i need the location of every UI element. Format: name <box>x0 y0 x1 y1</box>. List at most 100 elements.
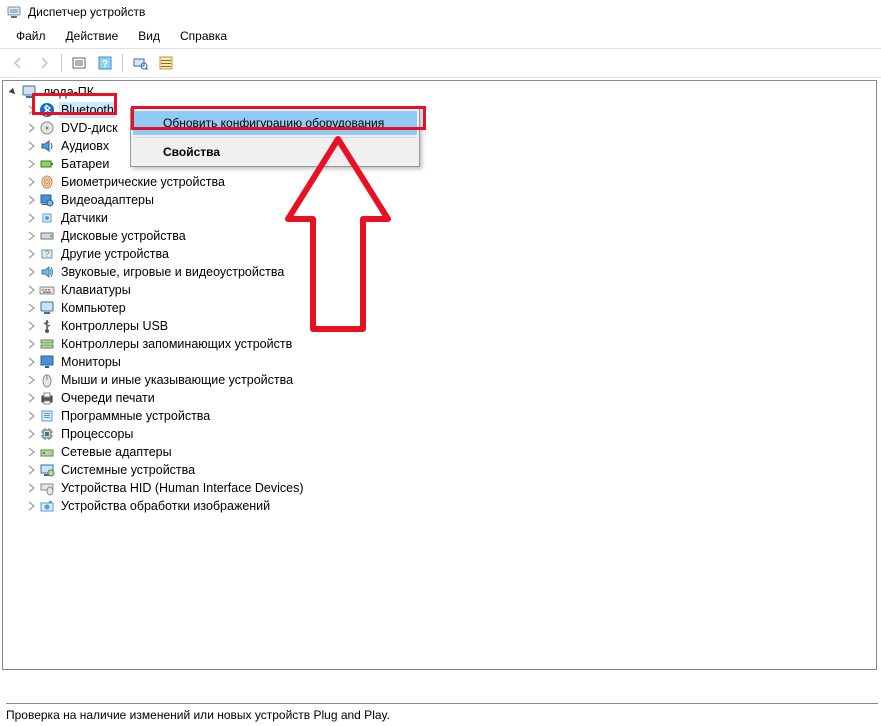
tree-category-row[interactable]: Процессоры <box>25 425 876 443</box>
context-properties[interactable]: Свойства <box>133 140 417 164</box>
expander-closed-icon[interactable] <box>25 482 37 494</box>
category-icon <box>39 408 55 424</box>
tree-category-row[interactable]: Мониторы <box>25 353 876 371</box>
tree-category-row[interactable]: Контроллеры запоминающих устройств <box>25 335 876 353</box>
expander-closed-icon[interactable] <box>25 176 37 188</box>
context-scan-hardware[interactable]: Обновить конфигурацию оборудования <box>133 111 417 135</box>
category-label[interactable]: Мониторы <box>59 354 123 370</box>
expander-closed-icon[interactable] <box>25 446 37 458</box>
tree-category-row[interactable]: Компьютер <box>25 299 876 317</box>
tree-category-row[interactable]: Клавиатуры <box>25 281 876 299</box>
category-icon <box>39 444 55 460</box>
category-label[interactable]: Биометрические устройства <box>59 174 227 190</box>
expander-closed-icon[interactable] <box>25 338 37 350</box>
tree-category-row[interactable]: Видеоадаптеры <box>25 191 876 209</box>
expander-closed-icon[interactable] <box>25 158 37 170</box>
menu-file[interactable]: Файл <box>6 26 56 46</box>
tree-category-row[interactable]: Контроллеры USB <box>25 317 876 335</box>
tree-category-row[interactable]: Сетевые адаптеры <box>25 443 876 461</box>
tree-category-row[interactable]: Системные устройства <box>25 461 876 479</box>
category-label[interactable]: Сетевые адаптеры <box>59 444 174 460</box>
category-label[interactable]: Устройства обработки изображений <box>59 498 272 514</box>
tree-category-row[interactable]: Дисковые устройства <box>25 227 876 245</box>
expander-open-icon[interactable] <box>7 86 19 98</box>
status-bar-divider <box>6 703 878 704</box>
tree-category-row[interactable]: Устройства HID (Human Interface Devices) <box>25 479 876 497</box>
category-icon <box>39 462 55 478</box>
expander-closed-icon[interactable] <box>25 230 37 242</box>
window-title: Диспетчер устройств <box>28 5 145 19</box>
toolbar-back <box>6 52 30 74</box>
category-icon <box>39 192 55 208</box>
tree-category-row[interactable]: ? Другие устройства <box>25 245 876 263</box>
expander-closed-icon[interactable] <box>25 194 37 206</box>
menu-bar: Файл Действие Вид Справка <box>0 24 881 49</box>
category-label[interactable]: Клавиатуры <box>59 282 133 298</box>
title-bar: Диспетчер устройств <box>0 0 881 24</box>
tree-category-row[interactable]: Очереди печати <box>25 389 876 407</box>
category-icon <box>39 354 55 370</box>
category-icon <box>39 138 55 154</box>
expander-closed-icon[interactable] <box>25 320 37 332</box>
tree-root-row[interactable]: люда-ПК <box>7 83 876 101</box>
menu-view[interactable]: Вид <box>128 26 170 46</box>
category-label[interactable]: Видеоадаптеры <box>59 192 156 208</box>
expander-closed-icon[interactable] <box>25 122 37 134</box>
svg-text:?: ? <box>44 249 49 259</box>
tree-category-row[interactable]: Датчики <box>25 209 876 227</box>
tree-category-row[interactable]: Звуковые, игровые и видеоустройства <box>25 263 876 281</box>
toolbar-scan[interactable] <box>128 52 152 74</box>
category-label[interactable]: Процессоры <box>59 426 135 442</box>
menu-action[interactable]: Действие <box>56 26 129 46</box>
category-label[interactable]: Контроллеры USB <box>59 318 170 334</box>
expander-closed-icon[interactable] <box>25 212 37 224</box>
expander-closed-icon[interactable] <box>25 284 37 296</box>
toolbar-forward <box>32 52 56 74</box>
device-tree-panel: люда-ПК Bluetooth DVD-диск Аудиовх Батареи Б… <box>2 80 877 670</box>
expander-closed-icon[interactable] <box>25 302 37 314</box>
category-label[interactable]: Системные устройства <box>59 462 197 478</box>
category-label[interactable]: Мыши и иные указывающие устройства <box>59 372 295 388</box>
context-separator <box>134 137 416 138</box>
category-icon <box>39 102 55 118</box>
category-label[interactable]: Очереди печати <box>59 390 157 406</box>
category-label[interactable]: Устройства HID (Human Interface Devices) <box>59 480 306 496</box>
toolbar-list[interactable] <box>67 52 91 74</box>
expander-closed-icon[interactable] <box>25 500 37 512</box>
expander-closed-icon[interactable] <box>25 374 37 386</box>
expander-closed-icon[interactable] <box>25 248 37 260</box>
toolbar-properties[interactable] <box>154 52 178 74</box>
category-label[interactable]: Программные устройства <box>59 408 212 424</box>
category-label[interactable]: DVD-диск <box>59 120 120 136</box>
category-label[interactable]: Аудиовх <box>59 138 111 154</box>
tree-category-row[interactable]: Программные устройства <box>25 407 876 425</box>
category-label[interactable]: Компьютер <box>59 300 128 316</box>
category-label[interactable]: Датчики <box>59 210 110 226</box>
root-label[interactable]: люда-ПК <box>41 84 96 100</box>
category-label[interactable]: Контроллеры запоминающих устройств <box>59 336 294 352</box>
tree-category-row[interactable]: Устройства обработки изображений <box>25 497 876 515</box>
category-label[interactable]: Звуковые, игровые и видеоустройства <box>59 264 286 280</box>
category-label[interactable]: Другие устройства <box>59 246 171 262</box>
category-label[interactable]: Bluetooth <box>59 102 116 118</box>
expander-closed-icon[interactable] <box>25 266 37 278</box>
expander-closed-icon[interactable] <box>25 356 37 368</box>
category-icon <box>39 300 55 316</box>
category-label[interactable]: Батареи <box>59 156 111 172</box>
category-label[interactable]: Дисковые устройства <box>59 228 188 244</box>
expander-closed-icon[interactable] <box>25 428 37 440</box>
expander-closed-icon[interactable] <box>25 392 37 404</box>
tree-category-row[interactable]: Биометрические устройства <box>25 173 876 191</box>
toolbar-help[interactable]: ? <box>93 52 117 74</box>
category-icon: ? <box>39 246 55 262</box>
expander-closed-icon[interactable] <box>25 140 37 152</box>
menu-help[interactable]: Справка <box>170 26 237 46</box>
toolbar-separator <box>61 54 62 72</box>
expander-closed-icon[interactable] <box>25 410 37 422</box>
status-text: Проверка на наличие изменений или новых … <box>6 708 390 722</box>
category-icon <box>39 426 55 442</box>
expander-closed-icon[interactable] <box>25 104 37 116</box>
tree-category-row[interactable]: Мыши и иные указывающие устройства <box>25 371 876 389</box>
expander-closed-icon[interactable] <box>25 464 37 476</box>
category-icon <box>39 210 55 226</box>
